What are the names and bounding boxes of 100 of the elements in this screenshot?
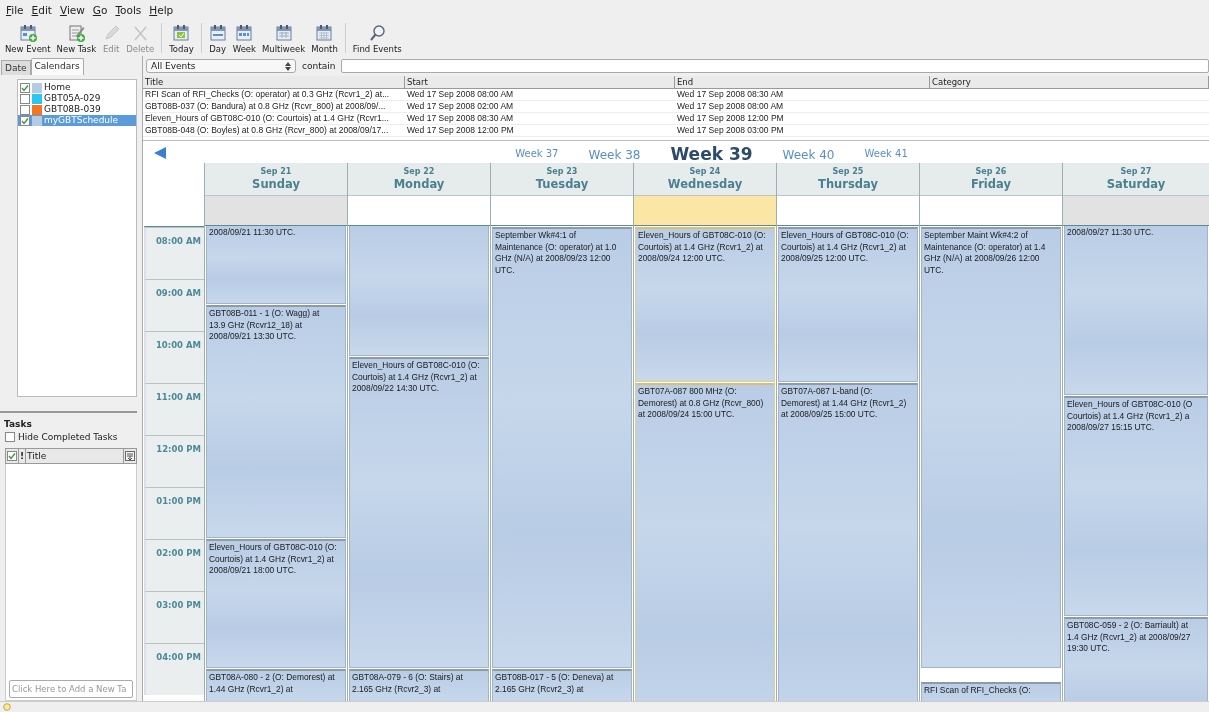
event-block[interactable]: GBT08C-059 - 2 (O: Barriault) at 1.4 GHz (Rcvr1_2) at 2008/09/27 19:30 UTC. <box>1064 617 1208 701</box>
day-name: Tuesday <box>535 177 589 191</box>
menu-item[interactable]: Tools <box>111 4 146 16</box>
tab[interactable]: Calendars <box>30 58 84 75</box>
event-block[interactable]: 2008/09/27 11:30 UTC. <box>1064 226 1208 395</box>
event-block[interactable]: September Wk#4:1 of Maintenance (O: operator) at 1.0 GHz (N/A) at 2008/09/23 12:00 UTC. <box>492 227 632 668</box>
menu-item[interactable]: View <box>55 4 89 16</box>
filter-dropdown[interactable]: All Events <box>146 59 296 73</box>
event-block[interactable]: GBT07A-087 L-band (O: Demorest) at 1.44 GHz (Rcvr1_2) at 2008/09/25 15:00 UTC. <box>778 383 918 701</box>
search-icon <box>368 24 387 42</box>
new-task-field[interactable]: Click Here to Add a New Ta <box>9 680 133 698</box>
day-name: Monday <box>393 177 445 191</box>
filter-field[interactable] <box>341 59 1209 73</box>
event-block[interactable]: September Maint Wk#4:2 of Maintenance (O: operator) at 1.4 GHz (N/A) at 2008/09/26 12:00 UTC. <box>921 227 1061 668</box>
cross-icon <box>131 24 150 42</box>
table-cell: Wed 17 Sep 2008 08:00 AM <box>405 89 675 101</box>
day-date: Sep 22 <box>403 167 435 176</box>
time-label: 03:00 PM <box>156 599 202 612</box>
event-block[interactable]: Eleven_Hours of GBT08C-010 (O Courtois) at 1.4 GHz (Rcvr1_2) a 2008/09/27 15:15 UTC. <box>1064 396 1208 616</box>
calendar-item[interactable]: GBT08B-039 <box>18 104 136 115</box>
event-block[interactable]: GBT07A-087 800 MHz (O: Demorest) at 0.8 GHz (Rcvr_800) at 2008/09/24 15:00 UTC. <box>635 383 775 701</box>
day-name: Wednesday <box>667 177 743 191</box>
status-icon <box>3 703 11 711</box>
filter-label: contain <box>302 61 336 71</box>
event-block[interactable]: GBT08A-080 - 2 (O: Demorest) at 1.44 GHz (Rcvr1_2) at <box>206 669 346 701</box>
event-block[interactable]: Eleven_Hours of GBT08C-010 (O: Courtois) at 1.4 GHz (Rcvr1_2) at 2008/09/24 12:00 UTC. <box>635 227 775 382</box>
day-date: Sep 23 <box>546 167 578 176</box>
toolbar-button[interactable]: Find Events <box>349 20 405 56</box>
event-block[interactable]: Eleven_Hours of GBT08C-010 (O: Courtois) at 1.4 GHz (Rcvr1_2) at 2008/09/25 12:00 UTC. <box>778 227 918 382</box>
week-link[interactable]: Week 40 <box>782 146 835 164</box>
table-cell: GBT08B-048 (O: Boyles) at 0.8 GHz (Rcvr_800) at 2008/09/17... <box>143 125 405 137</box>
column-header[interactable]: Title <box>26 449 124 463</box>
event-block[interactable]: GBT08A-079 - 6 (O: Stairs) at 2.165 GHz (Rcvr2_3) at <box>349 669 489 701</box>
day-date: Sep 26 <box>975 167 1007 176</box>
section-title: Tasks <box>4 419 33 429</box>
checkbox[interactable] <box>20 115 30 126</box>
table-cell: Eleven_Hours of GBT08C-010 (O: Courtois) at 1.4 GHz (Rcvr1... <box>143 113 405 125</box>
calendar-item[interactable]: GBT05A-029 <box>18 93 136 104</box>
table-cell: RFI Scan of RFI_Checks (O: operator) at 0.3 GHz (Rcvr1_2) at... <box>143 89 405 101</box>
time-label: 08:00 AM <box>155 235 202 248</box>
menu-item[interactable]: Edit <box>27 4 56 16</box>
day-date: Sep 25 <box>832 167 864 176</box>
week-link[interactable]: Week 39 <box>670 144 753 164</box>
time-label: 04:00 PM <box>156 651 202 664</box>
column-header[interactable]: End <box>675 76 930 89</box>
day-name: Sunday <box>252 177 300 191</box>
toolbar-button[interactable]: Today <box>166 20 197 56</box>
event-block[interactable]: Eleven_Hours of GBT08C-010 (O: Courtois) at 1.4 GHz (Rcvr1_2) at 2008/09/22 14:30 UTC. <box>349 357 489 668</box>
previous-arrow-icon[interactable] <box>154 147 166 159</box>
column-header[interactable]: Title <box>143 76 405 89</box>
day-name: Saturday <box>1106 177 1166 191</box>
checkbox[interactable] <box>5 432 15 442</box>
week-link[interactable]: Week 38 <box>588 146 641 164</box>
day-date: Sep 27 <box>1120 167 1152 176</box>
table-cell: Wed 17 Sep 2008 12:00 PM <box>675 113 930 125</box>
calendar-name: Home <box>44 82 71 93</box>
column-header[interactable]: Start <box>405 76 675 89</box>
event-block[interactable]: GBT08B-017 - 5 (O: Deneva) at 2.165 GHz (Rcvr2_3) at <box>492 669 632 701</box>
calendar-icon <box>208 24 227 42</box>
calendar-icon <box>315 24 334 42</box>
tab[interactable]: Date <box>1 60 31 75</box>
table-cell: Wed 17 Sep 2008 08:00 AM <box>675 101 930 113</box>
time-label: 10:00 AM <box>155 339 202 352</box>
event-block[interactable]: 2008/09/21 11:30 UTC. <box>206 226 346 304</box>
menu-item[interactable]: Help <box>145 4 178 16</box>
toolbar-button[interactable]: Multiweek <box>259 20 309 56</box>
column-picker-icon[interactable] <box>125 451 135 461</box>
toolbar-button[interactable]: Day <box>205 20 230 56</box>
day-name: Friday <box>971 177 1011 191</box>
checkbox[interactable] <box>20 104 30 115</box>
calendar-item[interactable]: Home <box>18 82 136 93</box>
column-header[interactable]: ! <box>19 449 27 463</box>
toolbar-button[interactable]: Month <box>308 20 341 56</box>
table-cell: Wed 17 Sep 2008 12:00 PM <box>405 125 675 137</box>
checkbox[interactable] <box>7 451 17 461</box>
toolbar-button[interactable]: Week <box>229 20 259 56</box>
calendar-plus-icon <box>18 24 37 42</box>
updown-icon <box>285 61 291 71</box>
column-header[interactable]: Category <box>930 76 1209 89</box>
toolbar-button[interactable]: New Event <box>2 20 54 56</box>
event-block[interactable]: GBT08B-011 - 1 (O: Wagg) at 13.9 GHz (Rcvr12_18) at 2008/09/21 13:30 UTC. <box>206 305 346 538</box>
calendar-icon <box>172 24 191 42</box>
time-label: 09:00 AM <box>155 287 202 300</box>
menu-item[interactable]: File <box>2 4 28 16</box>
event-block[interactable]: RFI Scan of RFI_Checks (O: <box>921 682 1061 701</box>
toolbar-button[interactable]: New Task <box>53 20 100 56</box>
event-block[interactable]: Eleven_Hours of GBT08C-010 (O: Courtois) at 1.4 GHz (Rcvr1_2) at 2008/09/21 18:00 UTC. <box>206 539 346 668</box>
table-cell: Wed 17 Sep 2008 08:30 AM <box>675 89 930 101</box>
checkbox-label: Hide Completed Tasks <box>18 432 118 442</box>
table-cell: GBT08B-037 (O: Bandura) at 0.8 GHz (Rcvr_800) at 2008/09/... <box>143 101 405 113</box>
checkbox[interactable] <box>20 82 30 93</box>
week-link[interactable]: Week 37 <box>515 143 559 164</box>
time-label: 11:00 AM <box>155 391 202 404</box>
checkbox[interactable] <box>20 93 30 104</box>
day-name: Thursday <box>818 177 878 191</box>
calendar-icon <box>274 24 293 42</box>
day-date: Sep 21 <box>260 167 292 176</box>
week-link[interactable]: Week 41 <box>864 143 908 164</box>
notepad-plus-icon <box>67 24 86 42</box>
menu-item[interactable]: Go <box>88 4 112 16</box>
